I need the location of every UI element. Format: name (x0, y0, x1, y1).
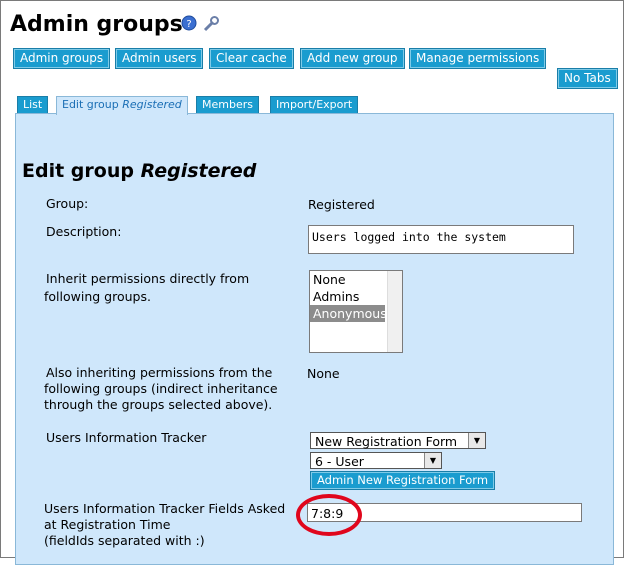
inherit-groups-listbox[interactable]: None Admins Anonymous (309, 270, 403, 353)
list-item[interactable]: None (310, 271, 385, 288)
tracker-item-select-value: 6 - User (315, 454, 364, 469)
tab-members[interactable]: Members (196, 96, 259, 113)
tracker-label: Users Information Tracker (46, 430, 207, 445)
heading-prefix: Edit group (22, 160, 141, 182)
fields-label-line3: (fieldIds separated with :) (44, 533, 205, 548)
tab-edit-name: Registered (122, 98, 182, 111)
tracker-select-value: New Registration Form (315, 434, 458, 449)
list-item[interactable]: Admins (310, 288, 385, 305)
form-heading: Edit group Registered (22, 160, 256, 182)
tab-list[interactable]: List (17, 96, 49, 113)
also-inheriting-label-line3: through the groups selected above). (44, 397, 273, 412)
admin-groups-button[interactable]: Admin groups (14, 49, 110, 68)
also-inheriting-value: None (307, 366, 340, 381)
group-value: Registered (308, 197, 375, 212)
tab-edit-prefix: Edit group (62, 98, 123, 111)
admin-registration-form-button[interactable]: Admin New Registration Form (311, 472, 495, 489)
tracker-select[interactable]: New Registration Form ▼ (310, 432, 486, 449)
tracker-item-select[interactable]: 6 - User ▼ (310, 452, 442, 469)
description-label: Description: (46, 224, 122, 239)
help-icon[interactable]: ? (181, 15, 197, 31)
inherit-label-line1: Inherit permissions directly from (46, 271, 250, 286)
heading-name: Registered (140, 160, 257, 182)
inherit-label-line2: following groups. (44, 289, 151, 304)
group-label: Group: (46, 196, 89, 211)
page-title: Admin groups (10, 12, 183, 37)
fields-input[interactable]: 7:8:9 (307, 503, 582, 522)
svg-text:?: ? (186, 19, 191, 30)
manage-permissions-button[interactable]: Manage permissions (410, 49, 546, 68)
tab-edit-group[interactable]: Edit group Registered (56, 96, 188, 115)
chevron-down-icon: ▼ (468, 433, 485, 448)
tab-import-export[interactable]: Import/Export (270, 96, 359, 113)
listbox-scrollbar[interactable] (387, 271, 402, 352)
chevron-down-icon: ▼ (424, 453, 441, 468)
add-new-group-button[interactable]: Add new group (301, 49, 404, 68)
no-tabs-button[interactable]: No Tabs (558, 69, 617, 88)
wrench-icon[interactable] (202, 15, 219, 32)
clear-cache-button[interactable]: Clear cache (210, 49, 293, 68)
admin-users-button[interactable]: Admin users (116, 49, 203, 68)
list-item[interactable]: Anonymous (310, 305, 387, 322)
description-field[interactable]: Users logged into the system (308, 225, 574, 254)
